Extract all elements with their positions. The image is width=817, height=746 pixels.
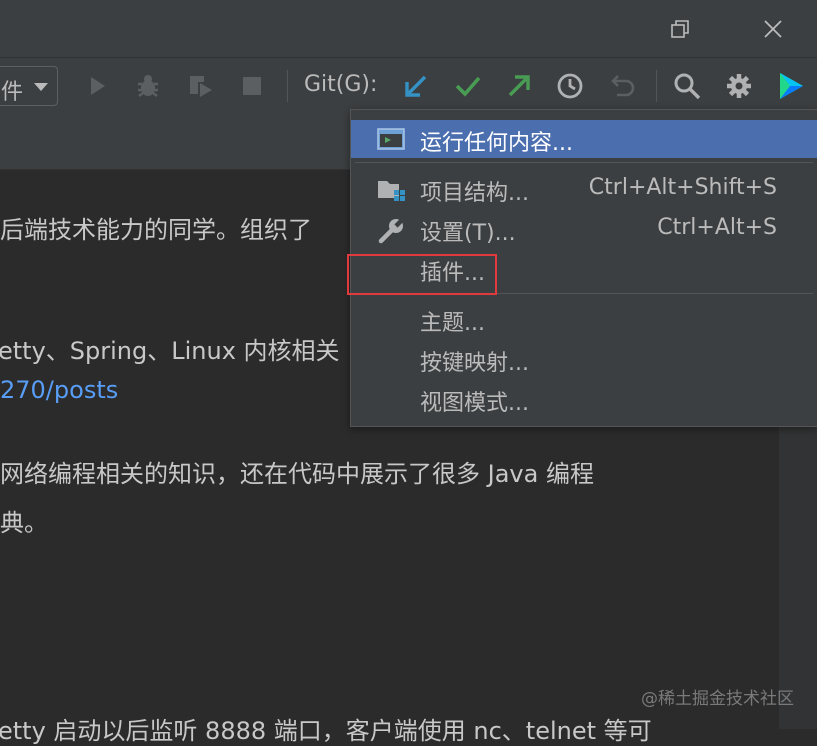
editor-line: 典。 xyxy=(0,509,48,537)
run-config-label: 件 xyxy=(1,80,24,105)
git-update-icon[interactable] xyxy=(400,70,432,102)
menu-item-label: 项目结构... xyxy=(420,181,529,206)
main-toolbar: 件 Git(G): xyxy=(0,57,817,116)
menu-item-theme[interactable]: 主题... xyxy=(351,300,817,338)
gear-icon[interactable] xyxy=(723,70,755,102)
git-commit-icon[interactable] xyxy=(452,70,484,102)
toolbar-separator xyxy=(656,70,657,102)
run-anything-icon xyxy=(377,127,405,153)
annotation-highlight-box xyxy=(347,254,497,295)
menu-item-label: 设置(T)... xyxy=(420,221,516,246)
chevron-down-icon xyxy=(34,83,48,91)
menu-item-label: 主题... xyxy=(420,311,485,336)
toolbox-logo-icon[interactable] xyxy=(775,70,807,102)
menu-item-shortcut: Ctrl+Alt+Shift+S xyxy=(588,175,777,200)
restore-icon[interactable] xyxy=(663,12,697,46)
editor-line: 后端技术能力的同学。组织了 xyxy=(0,216,312,244)
wrench-icon xyxy=(377,216,406,244)
title-bar xyxy=(0,0,817,57)
editor-line: 网络编程相关的知识，还在代码中展示了很多 Java 编程 xyxy=(0,460,594,488)
menu-item-label: 运行任何内容... xyxy=(420,131,573,156)
git-label: Git(G): xyxy=(304,72,378,97)
coverage-icon[interactable] xyxy=(184,70,216,102)
menu-item-shortcut: Ctrl+Alt+S xyxy=(657,215,777,240)
menu-item-label: 视图模式... xyxy=(420,391,529,416)
menu-separator xyxy=(355,162,813,163)
rollback-icon[interactable] xyxy=(607,70,639,102)
git-push-icon[interactable] xyxy=(503,70,535,102)
menu-item-run-anything[interactable]: 运行任何内容... xyxy=(351,120,817,158)
menu-item-view-mode[interactable]: 视图模式... xyxy=(351,380,817,418)
debug-icon[interactable] xyxy=(132,70,164,102)
menu-item-project-structure[interactable]: 项目结构... Ctrl+Alt+Shift+S xyxy=(351,170,817,208)
project-structure-icon xyxy=(377,177,405,203)
menu-item-settings[interactable]: 设置(T)... Ctrl+Alt+S xyxy=(351,210,817,248)
watermark: @稀土掘金技术社区 xyxy=(641,689,794,709)
close-icon[interactable] xyxy=(756,12,790,46)
menu-item-label: 按键映射... xyxy=(420,351,529,376)
toolbar-separator xyxy=(287,70,288,102)
run-config-combo[interactable]: 件 xyxy=(0,66,58,106)
search-icon[interactable] xyxy=(671,70,703,102)
history-icon[interactable] xyxy=(554,70,586,102)
stop-icon[interactable] xyxy=(236,70,268,102)
menu-item-keymap[interactable]: 按键映射... xyxy=(351,340,817,378)
editor-link[interactable]: 270/posts xyxy=(0,376,118,404)
editor-line: etty、Spring、Linux 内核相关 xyxy=(0,337,340,365)
run-icon[interactable] xyxy=(81,70,113,102)
